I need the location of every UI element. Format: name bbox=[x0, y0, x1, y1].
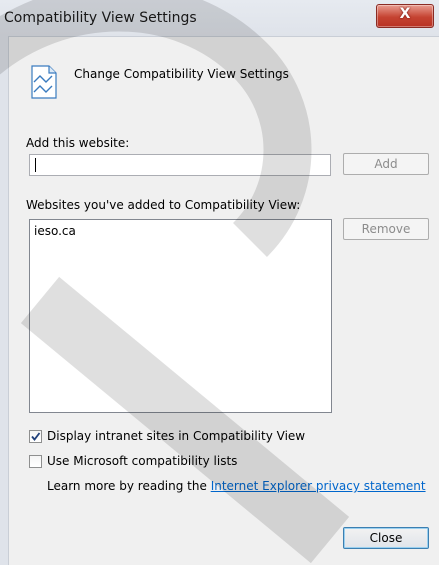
compatibility-view-page-icon bbox=[31, 65, 57, 99]
add-website-input[interactable] bbox=[30, 155, 330, 175]
learn-more-text: Learn more by reading the Internet Explo… bbox=[47, 479, 426, 493]
ms-lists-checkbox[interactable] bbox=[29, 455, 42, 468]
added-websites-list[interactable]: ieso.ca bbox=[29, 219, 332, 413]
checkmark-icon bbox=[31, 432, 41, 441]
close-icon: X bbox=[399, 6, 411, 22]
add-website-field[interactable] bbox=[29, 154, 331, 176]
list-item[interactable]: ieso.ca bbox=[34, 224, 76, 238]
privacy-statement-link[interactable]: Internet Explorer privacy statement bbox=[211, 479, 426, 493]
dialog-heading: Change Compatibility View Settings bbox=[74, 67, 289, 81]
dialog-content: Change Compatibility View Settings Add t… bbox=[9, 37, 439, 565]
text-caret bbox=[35, 158, 36, 172]
window-title: Compatibility View Settings bbox=[4, 10, 197, 26]
intranet-checkbox[interactable] bbox=[29, 430, 42, 443]
learn-more-prefix: Learn more by reading the bbox=[47, 479, 211, 493]
add-website-label: Add this website: bbox=[26, 136, 130, 150]
added-websites-label: Websites you've added to Compatibility V… bbox=[26, 198, 301, 212]
window-frame-left bbox=[0, 36, 8, 565]
ms-lists-checkbox-label[interactable]: Use Microsoft compatibility lists bbox=[47, 454, 237, 468]
remove-button[interactable]: Remove bbox=[343, 218, 429, 240]
window-close-button[interactable]: X bbox=[376, 4, 434, 28]
compatibility-view-dialog: Compatibility View Settings X Change Com… bbox=[0, 0, 439, 565]
close-button[interactable]: Close bbox=[343, 527, 429, 549]
title-bar[interactable]: Compatibility View Settings X bbox=[0, 0, 439, 37]
add-button[interactable]: Add bbox=[343, 153, 429, 175]
intranet-checkbox-label[interactable]: Display intranet sites in Compatibility … bbox=[47, 429, 305, 443]
